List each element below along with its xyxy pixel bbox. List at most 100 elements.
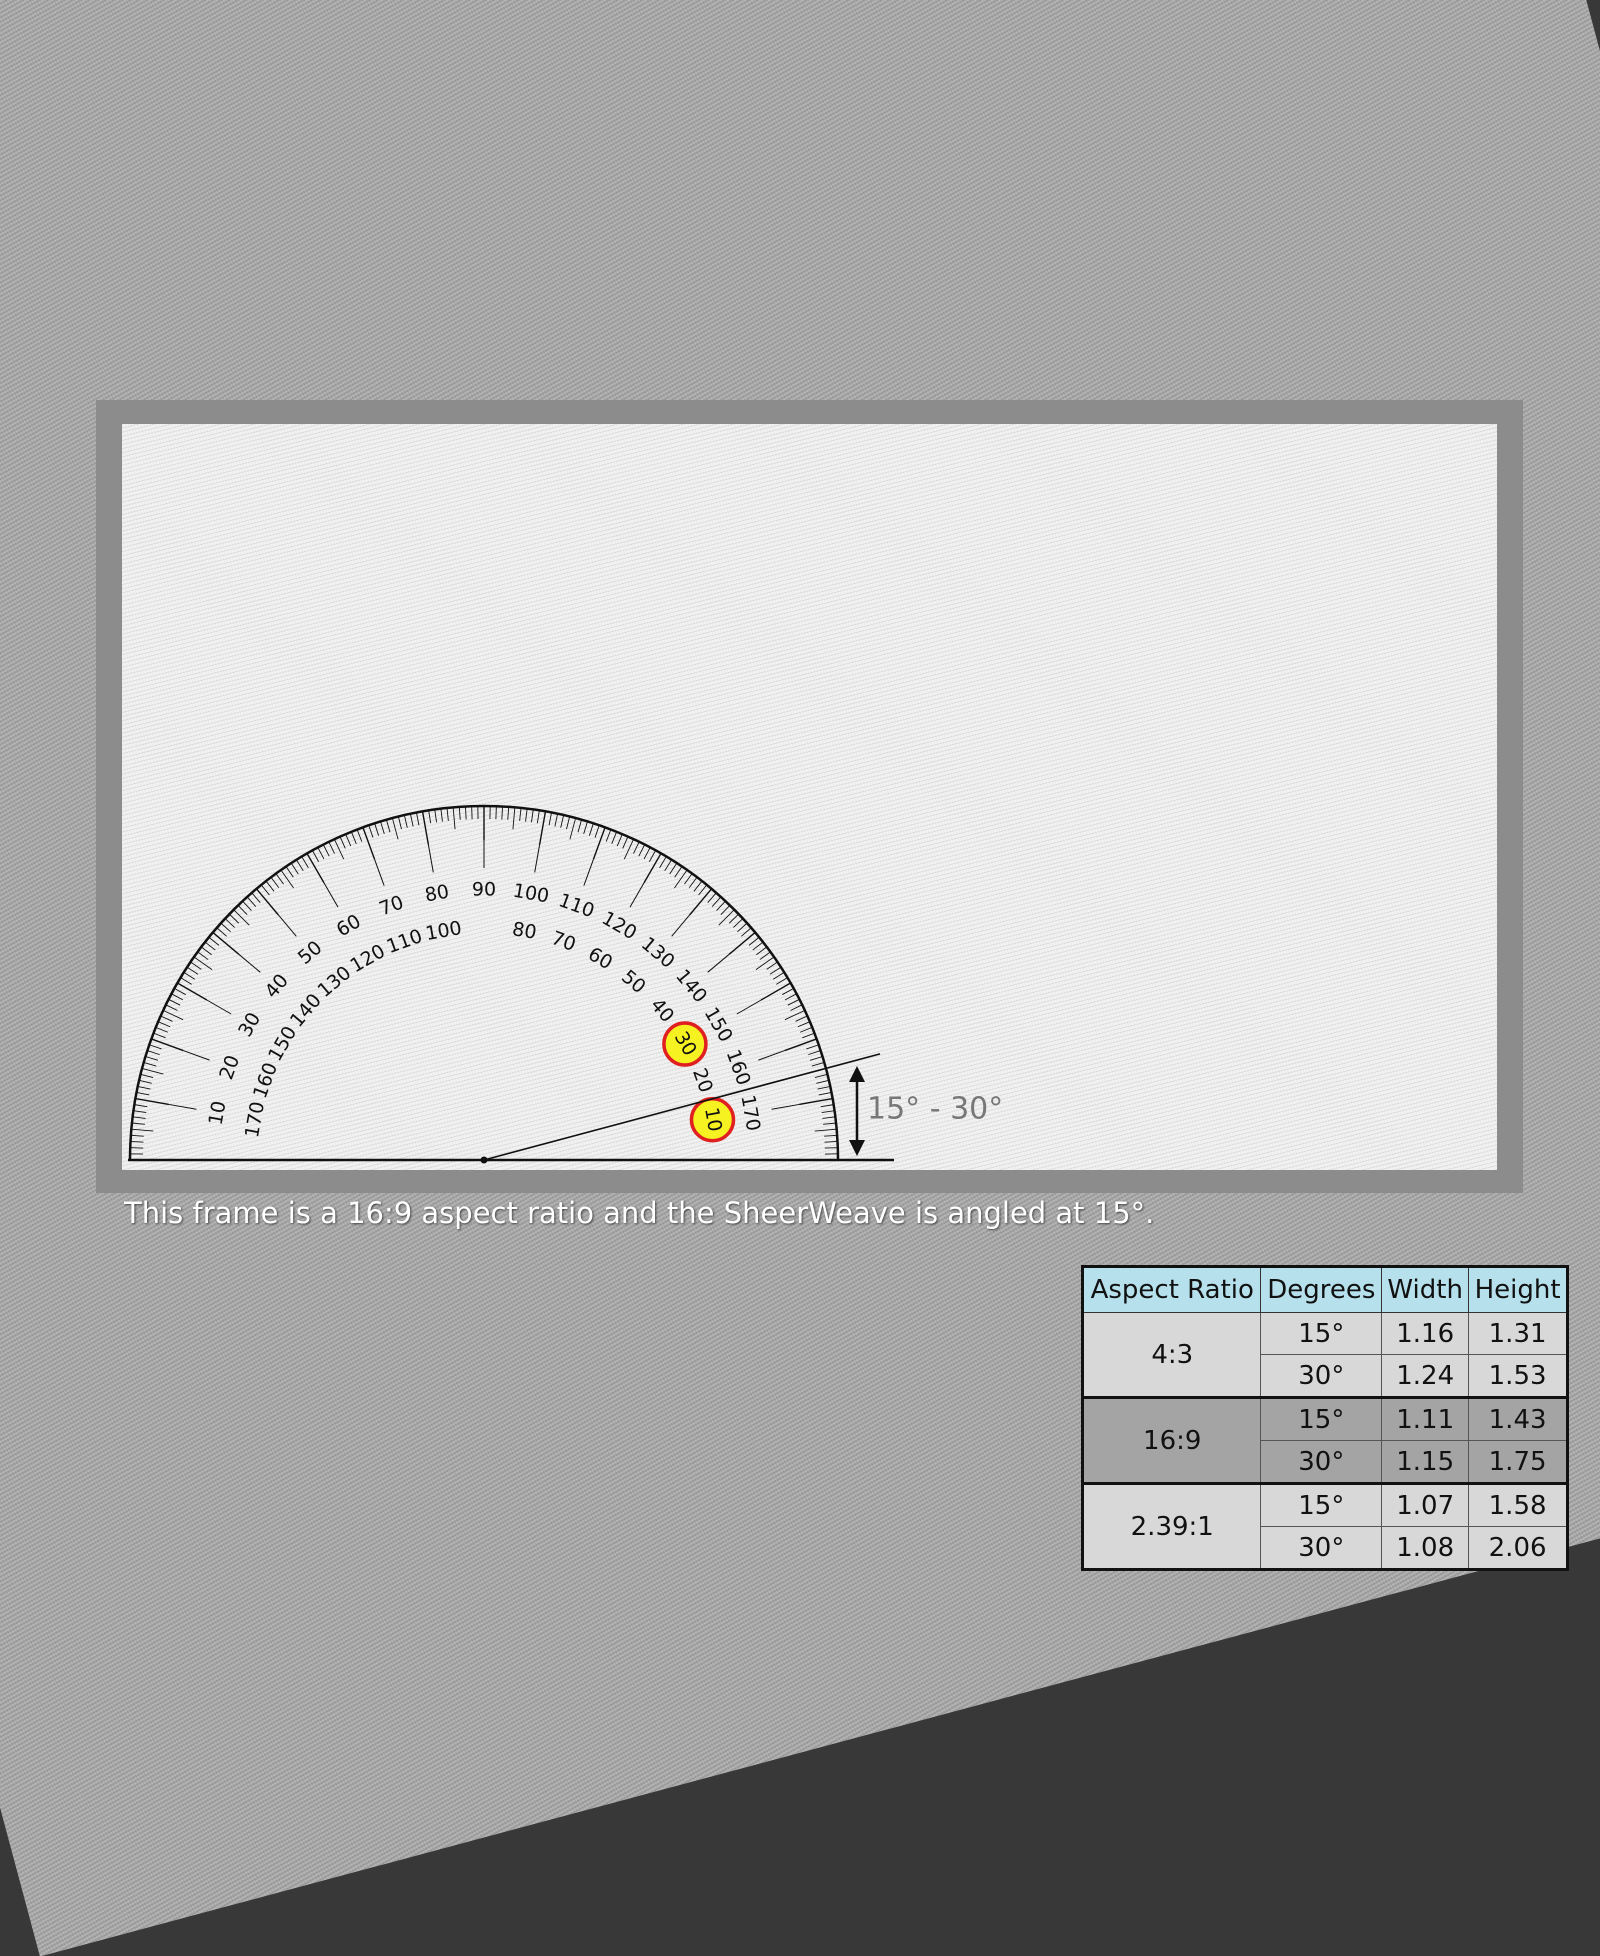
protractor-tick — [340, 837, 345, 849]
protractor-tick — [423, 811, 429, 844]
protractor-tick — [570, 818, 576, 839]
protractor-inner-label: 70 — [548, 927, 578, 956]
protractor-tick — [174, 988, 185, 994]
protractor-tick — [381, 821, 385, 833]
projection-screen: 1020304050607080901001101201301401501601… — [122, 424, 1497, 1170]
protractor-inner-label: 50 — [617, 966, 650, 998]
table-row: 2.39:1 15° 1.07 1.58 — [1083, 1484, 1568, 1527]
protractor-tick — [416, 813, 418, 826]
degrees-cell: 30° — [1261, 1527, 1382, 1570]
protractor-tick — [822, 1117, 835, 1119]
protractor-tick — [674, 870, 687, 888]
protractor-tick — [782, 988, 793, 994]
protractor-tick — [243, 901, 252, 911]
protractor-tick — [694, 881, 702, 891]
protractor-tick — [137, 1092, 150, 1094]
protractor-tick — [154, 1033, 166, 1038]
protractor-tick — [737, 923, 747, 932]
protractor-tick — [578, 820, 582, 832]
protractor-tick — [812, 1062, 824, 1066]
protractor-tick — [549, 813, 551, 826]
protractor-tick — [191, 962, 202, 969]
protractor-outer-label: 90 — [472, 879, 496, 901]
protractor-decade-line — [708, 954, 729, 972]
protractor-tick — [323, 845, 329, 857]
protractor-tick — [144, 1062, 156, 1066]
width-cell: 1.11 — [1382, 1398, 1469, 1441]
protractor-tick — [392, 818, 398, 839]
protractor-outer-label: 20 — [215, 1052, 244, 1082]
protractor-inner-label: 80 — [511, 918, 539, 944]
protractor-tick — [404, 815, 407, 828]
protractor-inner-label: 170 — [241, 1100, 269, 1140]
protractor-tick — [593, 827, 605, 859]
protractor-tick — [398, 817, 401, 830]
protractor-decade-line — [672, 915, 690, 936]
protractor-outer-label: 140 — [671, 965, 711, 1007]
protractor-tick — [808, 1051, 820, 1055]
protractor-tick — [453, 807, 455, 829]
protractor-tick — [788, 999, 800, 1005]
protractor-inner-label: 60 — [584, 943, 616, 974]
protractor-tick — [276, 874, 284, 885]
protractor-tick — [753, 942, 763, 950]
table-header-row: Aspect Ratio Degrees Width Height — [1083, 1267, 1568, 1313]
protractor-tick — [689, 877, 697, 887]
protractor-decade-line — [737, 1000, 761, 1014]
protractor-outer-label: 100 — [511, 880, 551, 908]
protractor-tick — [134, 1105, 147, 1107]
protractor-tick — [589, 823, 593, 835]
protractor-decade-line — [535, 845, 540, 873]
protractor-outer-label: 40 — [261, 970, 293, 1003]
protractor-tick — [229, 914, 238, 923]
protractor-tick — [261, 885, 269, 895]
height-cell: 1.75 — [1469, 1441, 1568, 1484]
protractor-tick — [741, 928, 751, 937]
angle-arrow-head-down — [849, 1140, 865, 1156]
protractor-tick — [169, 999, 181, 1005]
protractor-tick — [729, 914, 738, 923]
protractor-outer-label: 50 — [294, 937, 327, 969]
protractor-tick — [145, 1057, 157, 1061]
protractor-tick — [135, 1099, 168, 1105]
protractor-tick — [198, 952, 209, 960]
protractor-tick — [540, 811, 546, 844]
width-cell: 1.15 — [1382, 1441, 1469, 1484]
protractor-tick — [670, 863, 677, 874]
width-cell: 1.08 — [1382, 1527, 1469, 1570]
height-cell: 1.31 — [1469, 1313, 1568, 1355]
protractor-tick — [823, 1123, 836, 1124]
protractor-tick — [800, 1027, 812, 1032]
protractor-tick — [329, 842, 335, 854]
protractor-tick — [435, 809, 437, 822]
protractor-tick — [802, 1033, 814, 1038]
protractor-tick — [712, 897, 721, 907]
protractor-tick — [139, 1080, 152, 1083]
protractor-tick — [606, 830, 611, 842]
ratio-cell: 2.39:1 — [1083, 1484, 1261, 1570]
highlight-label: 10 — [700, 1106, 726, 1134]
protractor-tick — [369, 825, 373, 837]
protractor-tick — [205, 942, 215, 950]
protractor-tick — [785, 1039, 817, 1051]
protractor-tick — [166, 1005, 178, 1011]
protractor-tick — [234, 910, 250, 926]
protractor-tick — [266, 881, 274, 891]
height-cell: 1.58 — [1469, 1484, 1568, 1527]
protractor-ticks — [130, 806, 838, 1160]
protractor-tick — [776, 978, 787, 985]
protractor-tick — [177, 983, 206, 1000]
protractor-tick — [156, 1027, 168, 1032]
protractor-decade-line — [169, 1104, 197, 1109]
protractor-tick — [824, 1135, 837, 1136]
protractor-tick — [318, 847, 324, 858]
aspect-ratio-table: Aspect Ratio Degrees Width Height 4:3 15… — [1081, 1265, 1569, 1571]
header-aspect-ratio: Aspect Ratio — [1083, 1267, 1261, 1313]
protractor-tick — [721, 905, 730, 914]
protractor-diagram: 1020304050607080901001101201301401501601… — [122, 424, 1497, 1170]
height-cell: 1.53 — [1469, 1355, 1568, 1398]
protractor-tick — [815, 1074, 828, 1077]
protractor-tick — [291, 863, 298, 874]
protractor-tick — [675, 867, 682, 878]
protractor-tick — [209, 937, 219, 945]
